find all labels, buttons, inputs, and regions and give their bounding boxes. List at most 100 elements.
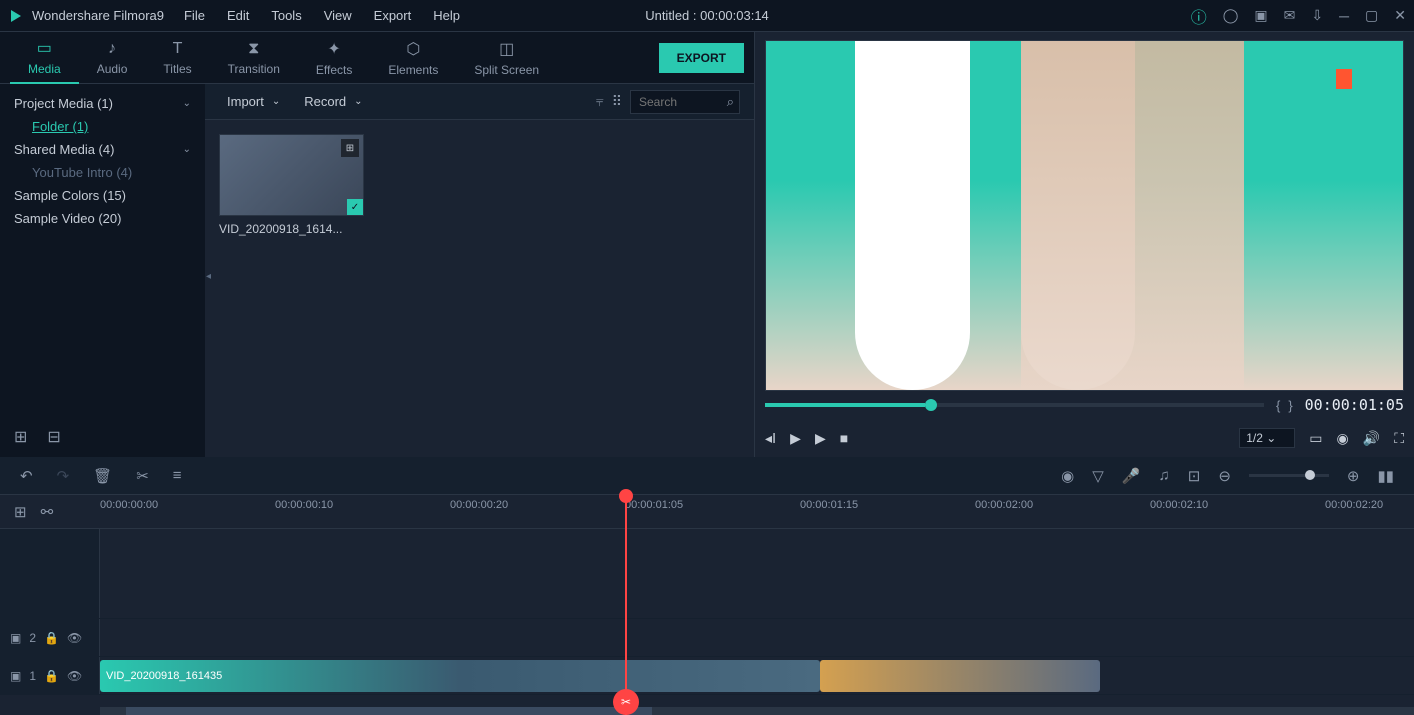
import-label: Import [227,94,264,109]
ruler-tick: 00:00:00:00 [100,499,158,511]
account-icon[interactable]: ◯ [1223,7,1239,24]
tab-media[interactable]: ▭Media [10,32,79,84]
track-type-icon: ▣ [10,631,21,645]
clip-thumbnail: ⊞ ✓ [219,134,364,216]
audio-mixer-icon[interactable]: ♫ [1159,467,1170,484]
tree-label: Sample Colors (15) [14,188,126,203]
timeline-toolbar: ↶ ↷ 🗑 ✂ ≡ ◉ ▽ 🎤 ♫ ⊡ ⊖ ⊕ ▮▮ [0,457,1414,495]
menu-tools[interactable]: Tools [271,8,301,23]
track-body[interactable]: VID_20200918_161435 [100,657,1414,694]
folder-icon: ▭ [37,38,52,58]
tab-elements[interactable]: ⬡Elements [370,33,456,83]
redo-icon[interactable]: ↷ [57,467,70,485]
tree-sample-video[interactable]: Sample Video (20) [0,207,205,230]
timeline-scale[interactable]: 00:00:00:00 00:00:00:10 00:00:00:20 00:0… [100,495,1414,528]
info-icon[interactable]: ⓘ [1191,4,1207,28]
play-button[interactable]: ▶ [790,430,801,447]
zoom-fit-icon[interactable]: ▮▮ [1377,467,1394,485]
tab-label: Effects [316,63,352,77]
filter-icon[interactable]: ⫧ [596,93,604,110]
tab-label: Split Screen [474,63,539,77]
preview-progress[interactable] [765,403,1264,407]
fullscreen-icon[interactable]: ⛶ [1394,430,1404,447]
download-icon[interactable]: ⇩ [1311,7,1323,24]
render-icon[interactable]: ◉ [1061,467,1074,485]
tab-titles[interactable]: TTitles [145,34,209,82]
record-label: Record [304,94,346,109]
menu-view[interactable]: View [324,8,352,23]
undo-icon[interactable]: ↶ [20,467,33,485]
preview-timecode: 00:00:01:05 [1305,396,1404,414]
track-body[interactable] [100,619,1414,656]
tree-youtube-intro[interactable]: YouTube Intro (4) [0,161,205,184]
menu-bar: File Edit Tools View Export Help [184,8,460,23]
tab-split-screen[interactable]: ◫Split Screen [456,33,557,83]
zoom-out-icon[interactable]: ⊖ [1218,467,1231,485]
lock-icon[interactable]: 🔒 [44,669,59,683]
tab-effects[interactable]: ✦Effects [298,33,370,83]
menu-help[interactable]: Help [433,8,460,23]
playback-speed-select[interactable]: 1/2 ⌄ [1239,428,1295,448]
timeline-scrollbar[interactable] [100,707,1414,715]
tree-project-media[interactable]: Project Media (1)⌄ [0,92,205,115]
tree-label: YouTube Intro (4) [32,165,132,180]
collapse-tree-icon[interactable]: ◂ [206,271,211,282]
zoom-in-icon[interactable]: ⊕ [1347,467,1360,485]
menu-edit[interactable]: Edit [227,8,249,23]
tree-folder-1[interactable]: Folder (1) [0,115,205,138]
save-icon[interactable]: ▣ [1254,7,1267,24]
remove-folder-icon[interactable]: ⊟ [47,427,60,447]
maximize-icon[interactable]: ▢ [1365,7,1378,24]
out-bracket-icon[interactable]: } [1288,398,1292,413]
ruler-tick: 00:00:00:20 [450,499,508,511]
visibility-icon[interactable]: 👁 [67,669,82,683]
search-icon[interactable]: ⌕ [727,94,734,110]
elements-icon: ⬡ [406,39,420,59]
add-folder-icon[interactable]: ⊞ [14,427,27,447]
ruler-tick: 00:00:01:05 [625,499,683,511]
timeline-clip[interactable] [820,660,1100,692]
menu-file[interactable]: File [184,8,205,23]
search-input[interactable] [630,90,740,114]
volume-icon[interactable]: 🔊 [1363,430,1380,447]
tree-label: Sample Video (20) [14,211,121,226]
track-type-icon: ▣ [10,669,21,683]
grid-view-icon[interactable]: ⠿ [612,93,622,110]
tree-shared-media[interactable]: Shared Media (4)⌄ [0,138,205,161]
media-clip[interactable]: ⊞ ✓ VID_20200918_1614... [219,134,364,236]
menu-export[interactable]: Export [374,8,412,23]
next-frame-button[interactable]: ▶ [815,430,826,447]
playhead-cut-icon[interactable]: ✂ [613,689,639,715]
crop-icon[interactable]: ⊡ [1188,467,1201,485]
snapshot-icon[interactable]: ◉ [1337,430,1349,447]
split-icon[interactable]: ✂ [136,467,149,485]
tree-sample-colors[interactable]: Sample Colors (15) [0,184,205,207]
lock-icon[interactable]: 🔒 [44,631,59,645]
marker-icon[interactable]: ▽ [1092,467,1104,485]
options-icon[interactable]: ≡ [173,467,182,484]
chevron-down-icon: ⌄ [183,98,191,109]
import-button[interactable]: Import⌄ [219,90,288,113]
ruler-tick: 00:00:02:20 [1325,499,1383,511]
timeline-clip[interactable]: VID_20200918_161435 [100,660,820,692]
module-tabs: ▭Media ♪Audio TTitles ⧗Transition ✦Effec… [0,32,754,84]
record-button[interactable]: Record⌄ [296,90,370,113]
zoom-slider[interactable] [1249,474,1329,477]
delete-icon[interactable]: 🗑 [93,467,112,485]
export-button[interactable]: EXPORT [659,43,744,73]
tab-audio[interactable]: ♪Audio [79,34,146,82]
minimize-icon[interactable]: ─ [1339,8,1349,24]
visibility-icon[interactable]: 👁 [67,631,82,645]
tab-transition[interactable]: ⧗Transition [210,34,298,82]
link-icon[interactable]: ⚯ [41,503,54,521]
playhead[interactable]: ✂ [625,495,627,715]
quality-icon[interactable]: ▭ [1309,430,1322,447]
in-bracket-icon[interactable]: { [1276,398,1280,413]
prev-frame-button[interactable]: ◂Ⅰ [765,430,776,447]
stop-button[interactable]: ■ [840,430,848,446]
close-icon[interactable]: ✕ [1394,7,1406,24]
voiceover-icon[interactable]: 🎤 [1122,467,1141,485]
track-add-icon[interactable]: ⊞ [14,503,27,521]
preview-viewport[interactable] [765,40,1404,391]
mail-icon[interactable]: ✉ [1284,7,1296,24]
